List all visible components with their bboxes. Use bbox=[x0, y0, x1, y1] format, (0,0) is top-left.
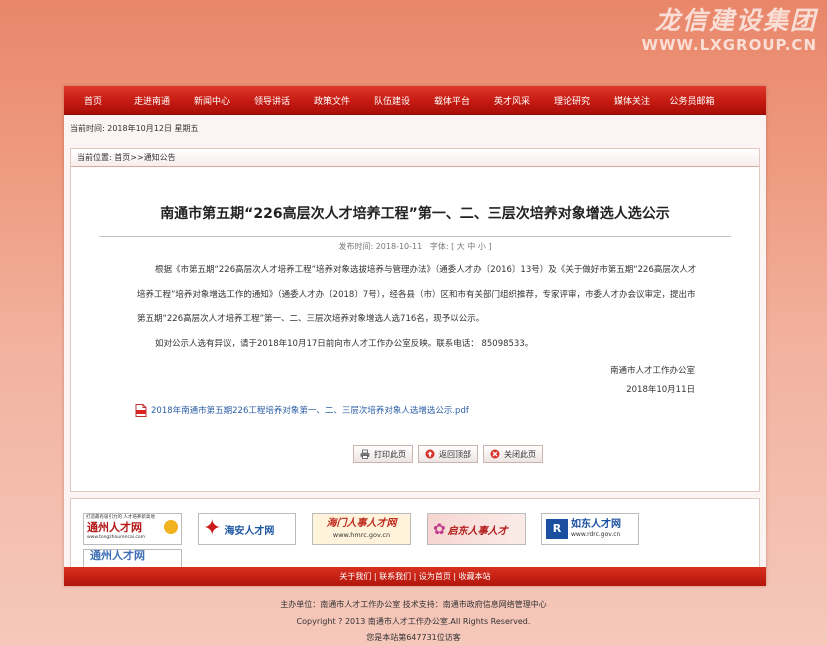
bee-icon bbox=[164, 520, 178, 534]
current-date: 当前时间: 2018年10月12日 星期五 bbox=[70, 124, 199, 133]
haimen-talent-logo[interactable]: 海门人事人才网 www.hmrc.gov.cn bbox=[312, 513, 411, 545]
partner-links: 打造最有吸引力的 人才培养新高地 通州人才网 www.tongzhourenca… bbox=[70, 498, 760, 568]
breadcrumb-current: 通知公告 bbox=[143, 153, 176, 162]
font-size-label: 字体: bbox=[429, 242, 449, 251]
footer-link-contact[interactable]: 联系我们 bbox=[379, 572, 411, 581]
breadcrumb-home-link[interactable]: 首页 bbox=[114, 153, 130, 162]
tongzhou-talent-logo-partial[interactable]: 通州人才网 bbox=[83, 549, 182, 567]
haian-name: 海安人才网 bbox=[224, 525, 275, 537]
article-paragraph-2: 如对公示人选有异议，请于2018年10月17日前向市人才工作办公室反映。联系电话… bbox=[155, 338, 534, 349]
footer-link-bookmark[interactable]: 收藏本站 bbox=[459, 572, 491, 581]
back-to-top-label: 返回顶部 bbox=[439, 449, 471, 459]
tongzhou-url: www.tongzhourencai.com bbox=[87, 535, 145, 540]
title-divider bbox=[99, 236, 731, 237]
tongzhou-tagline: 打造最有吸引力的 人才培养新高地 bbox=[86, 515, 155, 520]
printer-icon bbox=[360, 449, 370, 459]
close-page-button[interactable]: 关闭此页 bbox=[483, 445, 543, 463]
attachment-link[interactable]: 2018年南通市第五期226工程培养对象第一、二、三层次培养对象人选增选公示.p… bbox=[151, 404, 469, 416]
watermark-title: 龙信建设集团 bbox=[654, 6, 817, 35]
footer-visitor-count: 您是本站第647731位访客 bbox=[366, 633, 461, 642]
nav-item-talents[interactable]: 英才风采 bbox=[482, 94, 542, 107]
watermark-logo: 龙信建设集团 WWW.LXGROUP.CN bbox=[641, 6, 817, 54]
publish-time: 发布时间: 2018-10-11 bbox=[338, 242, 423, 251]
breadcrumb-separator: >> bbox=[130, 153, 144, 162]
article-paragraph-1: 根据《市第五期“226高层次人才培养工程”培养对象选拔培养与管理办法》（通委人才… bbox=[137, 265, 697, 324]
flower-icon: ✿ bbox=[433, 520, 446, 538]
nav-item-news[interactable]: 新闻中心 bbox=[182, 94, 242, 107]
article-meta: 发布时间: 2018-10-11 字体: [ 大 中 小 ] bbox=[71, 241, 759, 252]
rudong-url: www.rdrc.gov.cn bbox=[571, 531, 621, 538]
nav-item-about-nantong[interactable]: 走进南通 bbox=[122, 94, 182, 107]
article-box: 当前位置: 首页>>通知公告 南通市第五期“226高层次人才培养工程”第一、二、… bbox=[70, 148, 760, 492]
print-button[interactable]: 打印此页 bbox=[353, 445, 413, 463]
attachment-row: 2018年南通市第五期226工程培养对象第一、二、三层次培养对象人选增选公示.p… bbox=[135, 403, 759, 417]
nav-item-research[interactable]: 理论研究 bbox=[542, 94, 602, 107]
footer-sponsor: 主办单位：南通市人才工作办公室 技术支持：南通市政府信息网络管理中心 bbox=[280, 600, 547, 609]
nav-item-team-building[interactable]: 队伍建设 bbox=[362, 94, 422, 107]
footer-link-about[interactable]: 关于我们 bbox=[339, 572, 371, 581]
qidong-talent-logo[interactable]: ✿ 启东人事人才 bbox=[427, 513, 526, 545]
nav-item-policies[interactable]: 政策文件 bbox=[302, 94, 362, 107]
watermark-url: WWW.LXGROUP.CN bbox=[641, 36, 817, 54]
font-size-options[interactable]: [ 大 中 小 ] bbox=[451, 242, 491, 251]
print-button-label: 打印此页 bbox=[374, 449, 406, 459]
back-to-top-button[interactable]: 返回顶部 bbox=[418, 445, 478, 463]
breadcrumb: 当前位置: 首页>>通知公告 bbox=[71, 149, 759, 167]
nav-item-platforms[interactable]: 载体平台 bbox=[422, 94, 482, 107]
pdf-icon bbox=[135, 403, 147, 417]
haimen-name: 海门人事人才网 bbox=[326, 518, 397, 529]
breadcrumb-prefix: 当前位置: bbox=[77, 153, 112, 162]
action-buttons: 打印此页 返回顶部 关闭此页 bbox=[71, 445, 759, 463]
close-page-label: 关闭此页 bbox=[504, 449, 536, 459]
footer-link-set-home[interactable]: 设为首页 bbox=[419, 572, 451, 581]
star-icon: ✦ bbox=[203, 516, 222, 541]
nav-item-speeches[interactable]: 领导讲话 bbox=[242, 94, 302, 107]
rudong-talent-logo[interactable]: R 如东人才网 www.rdrc.gov.cn bbox=[541, 513, 639, 545]
qidong-name: 启东人事人才 bbox=[447, 525, 508, 537]
footer-copyright: Copyright ? 2013 南通市人才工作办公室.All Rights R… bbox=[296, 617, 531, 626]
article-title: 南通市第五期“226高层次人才培养工程”第一、二、三层次培养对象增选人选公示 bbox=[160, 206, 670, 222]
signature-date: 2018年10月11日 bbox=[626, 384, 695, 395]
up-arrow-icon bbox=[425, 449, 435, 459]
main-nav: 首页 走进南通 新闻中心 领导讲话 政策文件 队伍建设 载体平台 英才风采 理论… bbox=[64, 86, 766, 115]
haian-talent-logo[interactable]: ✦ 海安人才网 bbox=[198, 513, 296, 545]
close-icon bbox=[490, 449, 500, 459]
nav-item-media[interactable]: 媒体关注 bbox=[602, 94, 662, 107]
nav-item-home[interactable]: 首页 bbox=[64, 94, 122, 107]
haimen-url: www.hmrc.gov.cn bbox=[332, 531, 391, 539]
rudong-name: 如东人才网 bbox=[571, 519, 621, 530]
tongzhou-name-partial: 通州人才网 bbox=[90, 549, 145, 562]
page-frame: 首页 走进南通 新闻中心 领导讲话 政策文件 队伍建设 载体平台 英才风采 理论… bbox=[64, 86, 766, 586]
footer-link-bar: 关于我们 | 联系我们 | 设为首页 | 收藏本站 bbox=[64, 567, 766, 586]
signature-org: 南通市人才工作办公室 bbox=[609, 365, 695, 376]
tongzhou-talent-logo[interactable]: 打造最有吸引力的 人才培养新高地 通州人才网 www.tongzhourenca… bbox=[83, 513, 182, 545]
rudong-badge-icon: R bbox=[546, 519, 568, 539]
nav-item-mailbox[interactable]: 公务员邮箱 bbox=[662, 94, 722, 107]
